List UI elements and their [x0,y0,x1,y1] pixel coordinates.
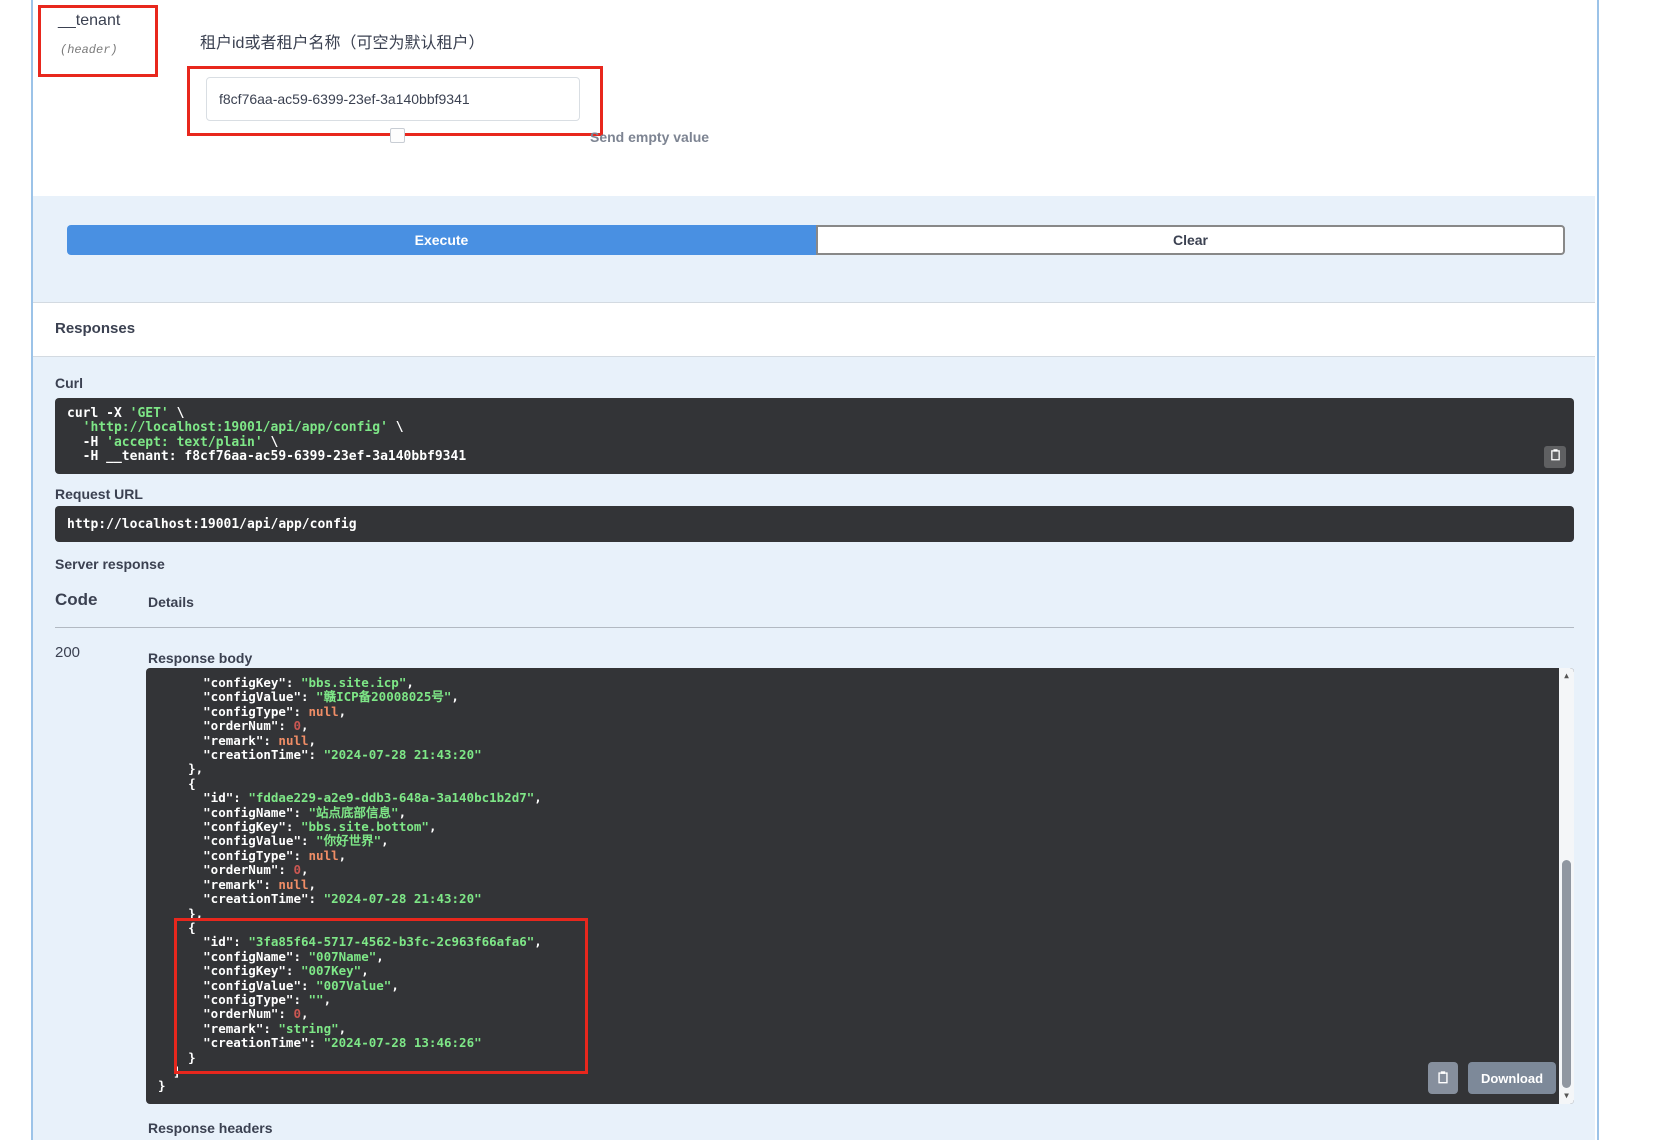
code-line: "configKey": "bbs.site.icp", [158,676,1562,690]
table-header-divider [55,627,1574,628]
annotation-box-input [187,66,603,136]
code-line: curl -X 'GET' \ [67,407,1562,421]
status-code: 200 [55,644,80,661]
curl-label: Curl [55,375,83,391]
code-line: -H 'accept: text/plain' \ [67,436,1562,450]
code-line: "remark": null, [158,878,1562,892]
code-line: "creationTime": "2024-07-28 21:43:20" [158,892,1562,906]
response-body-scrollbar[interactable]: ▲ ▼ [1559,668,1574,1104]
send-empty-checkbox[interactable] [390,128,405,143]
code-line: -H __tenant: f8cf76aa-ac59-6399-23ef-3a1… [67,450,1562,464]
code-column-header: Code [55,590,98,610]
details-column-header: Details [148,594,194,610]
annotation-box-parameter [38,5,158,77]
scrollbar-thumb[interactable] [1562,860,1571,1088]
response-headers-label: Response headers [148,1120,273,1136]
code-line: }, [158,762,1562,776]
code-line: "configType": null, [158,849,1562,863]
scroll-down-icon[interactable]: ▼ [1559,1090,1574,1102]
annotation-box-json-object [174,918,588,1074]
clipboard-icon [1549,448,1562,466]
curl-command-block: curl -X 'GET' \ 'http://localhost:19001/… [55,398,1574,474]
responses-title: Responses [55,320,135,337]
code-line: "configType": null, [158,705,1562,719]
code-line: "orderNum": 0, [158,719,1562,733]
code-line: } [158,1079,1562,1093]
send-empty-label: Send empty value [590,129,709,145]
clipboard-icon [1436,1070,1450,1087]
swagger-operation-panel: __tenant (header) 租户id或者租户名称（可空为默认租户） Se… [0,0,1667,1140]
code-line: "configName": "站点底部信息", [158,806,1562,820]
divider [33,302,1595,303]
clear-button[interactable]: Clear [816,225,1565,255]
download-button[interactable]: Download [1468,1062,1556,1094]
code-line: "creationTime": "2024-07-28 21:43:20" [158,748,1562,762]
request-url-value: http://localhost:19001/api/app/config [67,517,357,532]
parameter-description: 租户id或者租户名称（可空为默认租户） [200,29,484,53]
code-line: "configKey": "bbs.site.bottom", [158,820,1562,834]
request-url-label: Request URL [55,486,143,502]
code-line: "configValue": "赣ICP备20008025号", [158,690,1562,704]
scroll-up-icon[interactable]: ▲ [1559,670,1574,682]
code-line: "configValue": "你好世界", [158,834,1562,848]
server-response-label: Server response [55,556,165,572]
response-body-block: "configKey": "bbs.site.icp", "configValu… [146,668,1574,1104]
code-line: 'http://localhost:19001/api/app/config' … [67,421,1562,435]
code-line: "orderNum": 0, [158,863,1562,877]
response-body-label: Response body [148,650,252,666]
code-line: "remark": null, [158,734,1562,748]
request-url-block: http://localhost:19001/api/app/config [55,506,1574,542]
copy-response-button[interactable] [1428,1062,1458,1094]
code-line: { [158,777,1562,791]
code-line: "id": "fddae229-a2e9-ddb3-648a-3a140bc1b… [158,791,1562,805]
execute-button[interactable]: Execute [67,225,816,255]
copy-curl-button[interactable] [1544,446,1566,468]
